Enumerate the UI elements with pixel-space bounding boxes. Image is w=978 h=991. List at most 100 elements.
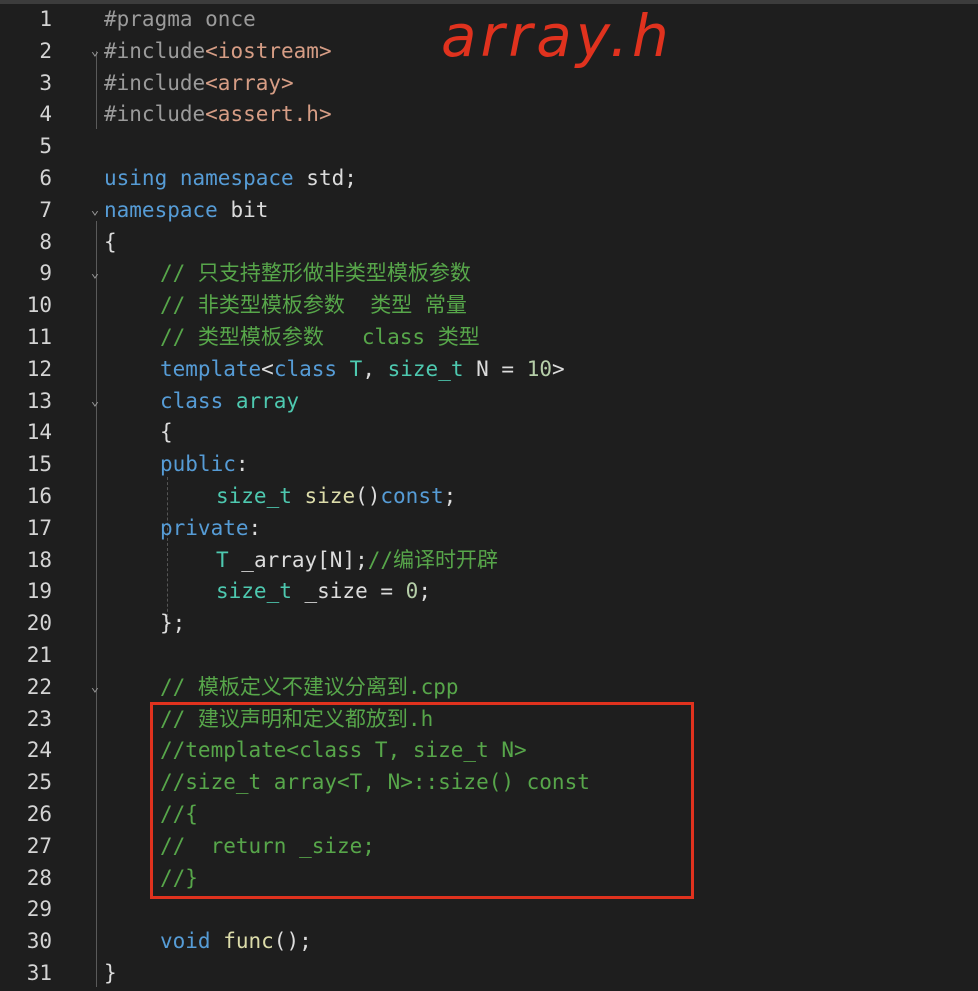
- code-text: #pragma once: [104, 3, 256, 35]
- code-text: size_t size()const;: [216, 480, 456, 512]
- code-line[interactable]: 20};: [0, 607, 978, 639]
- code-line[interactable]: 11 // 类型模板参数 class 类型: [0, 321, 978, 353]
- code-text: template<class T, size_t N = 10>: [160, 353, 565, 385]
- code-token: bit: [230, 197, 269, 222]
- line-number: 21: [26, 643, 52, 667]
- line-number: 10: [26, 293, 52, 318]
- code-token: template: [160, 356, 262, 381]
- code-token: T: [349, 356, 363, 381]
- code-text: };: [160, 607, 185, 639]
- code-token: ();: [273, 929, 312, 954]
- code-line[interactable]: 16 size_t size()const;: [0, 480, 978, 512]
- code-token: }: [104, 961, 117, 985]
- code-line[interactable]: 22 ⌄ // 模板定义不建议分离到.cpp: [0, 671, 978, 703]
- line-number: 6: [39, 166, 52, 190]
- code-line[interactable]: 9 ⌄ // 只支持整形做非类型模板参数: [0, 257, 978, 289]
- line-number: 4: [39, 102, 52, 127]
- code-token: <assert.h>: [205, 102, 332, 127]
- fold-chevron-icon[interactable]: ⌄: [88, 671, 102, 703]
- line-number: 22: [26, 674, 52, 699]
- code-text: {: [104, 226, 117, 258]
- code-line[interactable]: 17 private:: [0, 512, 978, 544]
- line-number: 8: [39, 229, 52, 254]
- code-token: using: [104, 166, 180, 190]
- code-token: // 类型模板参数 class 类型: [160, 325, 480, 349]
- code-text: {: [160, 416, 173, 448]
- code-line[interactable]: 21: [0, 639, 978, 671]
- line-number: 18: [26, 547, 52, 572]
- code-token: {: [160, 420, 173, 445]
- code-line[interactable]: 15 public:: [0, 448, 978, 480]
- fold-chevron-icon[interactable]: ⌄: [88, 194, 102, 226]
- code-line[interactable]: 10 // 非类型模板参数 类型 常量: [0, 289, 978, 321]
- code-token: 0: [405, 579, 419, 604]
- code-token: namespace: [179, 166, 307, 190]
- code-text: private:: [160, 512, 261, 544]
- line-number: 29: [26, 897, 52, 922]
- code-line[interactable]: 30 void func();: [0, 925, 978, 957]
- code-token: <iostream>: [205, 38, 332, 63]
- code-token: #pragma: [104, 7, 206, 31]
- line-number: 12: [26, 356, 52, 381]
- highlight-box: [150, 702, 694, 899]
- code-line[interactable]: 6 using namespace std;: [0, 162, 978, 194]
- code-text: size_t _size = 0;: [216, 575, 431, 607]
- code-token: size_t: [216, 484, 292, 508]
- code-line[interactable]: 8{: [0, 226, 978, 258]
- code-line[interactable]: 3 #include<array>: [0, 67, 978, 99]
- code-line[interactable]: 5: [0, 130, 978, 162]
- code-token: size_t: [387, 356, 464, 381]
- code-token: once: [205, 7, 256, 31]
- code-token: _array[N];: [228, 547, 368, 572]
- code-text: public:: [160, 448, 249, 480]
- code-token: size_t: [216, 579, 292, 604]
- line-number: 24: [26, 738, 52, 763]
- line-number: 17: [26, 515, 52, 540]
- code-token: 10: [526, 356, 552, 381]
- line-number: 16: [26, 484, 52, 508]
- code-line[interactable]: 31}: [0, 957, 978, 989]
- code-token: void: [160, 929, 224, 954]
- fold-chevron-icon[interactable]: ⌄: [88, 35, 102, 67]
- code-line[interactable]: 7 ⌄ namespace bit: [0, 194, 978, 226]
- code-token: ,: [362, 356, 388, 381]
- code-text: namespace bit: [104, 194, 268, 226]
- code-text: #include<assert.h>: [104, 98, 332, 130]
- line-number: 3: [39, 70, 52, 95]
- code-token: //编译时开辟: [367, 547, 499, 572]
- filename-annotation: array.h: [441, 2, 673, 70]
- code-line[interactable]: 18 T _array[N];//编译时开辟: [0, 544, 978, 576]
- code-line[interactable]: 4 #include<assert.h>: [0, 98, 978, 130]
- code-text: // 只支持整形做非类型模板参数: [160, 257, 471, 289]
- code-token: <: [261, 356, 274, 381]
- fold-chevron-icon[interactable]: ⌄: [88, 257, 102, 289]
- code-token: class: [160, 388, 236, 413]
- code-line[interactable]: 14 {: [0, 416, 978, 448]
- code-line[interactable]: 19 size_t _size = 0;: [0, 575, 978, 607]
- code-token: class: [273, 356, 350, 381]
- code-token: const: [380, 484, 444, 508]
- code-token: func: [223, 929, 274, 954]
- code-token: #include: [104, 102, 206, 127]
- code-token: :: [248, 515, 262, 540]
- code-token: ;: [418, 579, 431, 604]
- code-text: class array: [160, 385, 299, 417]
- code-text: // 模板定义不建议分离到.cpp: [160, 671, 459, 703]
- line-number: 14: [26, 420, 52, 445]
- code-line[interactable]: 13 ⌄ class array: [0, 385, 978, 417]
- line-number: 28: [26, 865, 52, 890]
- code-text: #include<array>: [104, 67, 294, 99]
- code-text: #include<iostream>: [104, 35, 332, 67]
- line-number: 15: [26, 452, 52, 477]
- code-token: size: [304, 484, 356, 508]
- code-text: using namespace std;: [104, 162, 357, 194]
- code-token: #include: [104, 70, 206, 95]
- code-token: // 模板定义不建议分离到.cpp: [160, 674, 459, 699]
- code-line[interactable]: 12 template<class T, size_t N = 10>: [0, 353, 978, 385]
- fold-chevron-icon[interactable]: ⌄: [88, 385, 102, 417]
- code-token: };: [160, 611, 186, 636]
- line-number: 13: [26, 388, 52, 413]
- line-number: 31: [26, 961, 52, 985]
- code-text: // 类型模板参数 class 类型: [160, 321, 480, 353]
